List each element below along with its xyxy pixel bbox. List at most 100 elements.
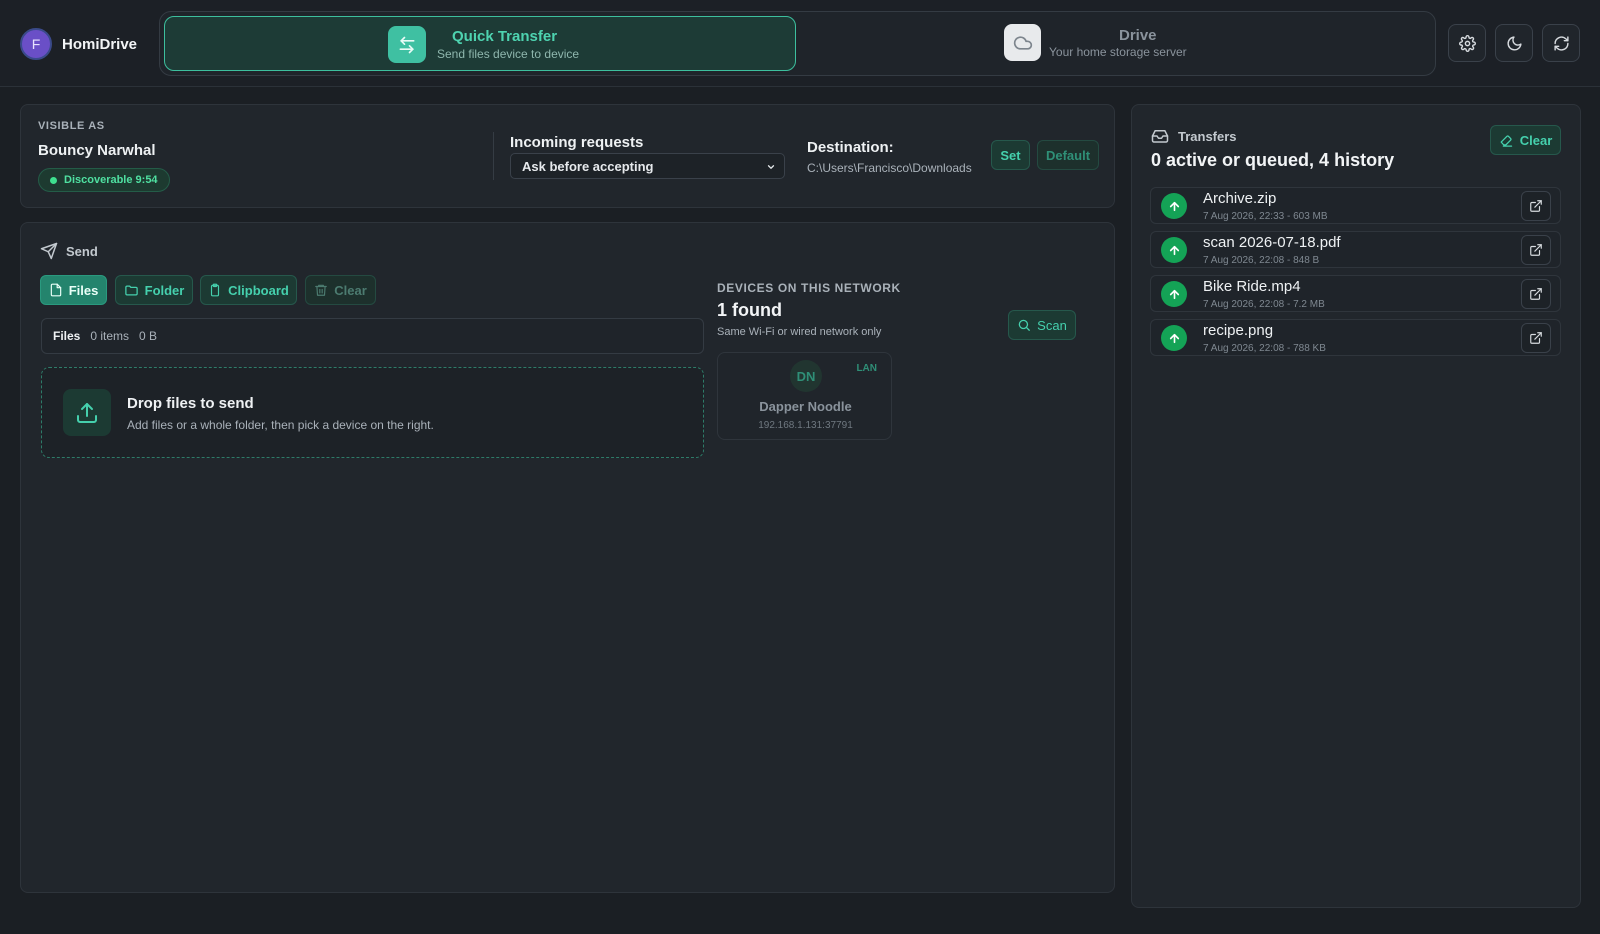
clear-button-label: Clear (334, 282, 367, 298)
upload-arrow-icon (1161, 281, 1187, 307)
files-count: 0 items (90, 329, 130, 343)
files-size: 0 B (139, 329, 158, 343)
files-summary-bar: Files 0 items 0 B (41, 318, 704, 354)
clipboard-button[interactable]: Clipboard (200, 275, 297, 305)
settings-button[interactable] (1448, 24, 1486, 62)
drive-title: Drive (1119, 27, 1157, 44)
transfers-summary: 0 active or queued, 4 history (1151, 150, 1395, 170)
refresh-icon (1553, 35, 1570, 52)
transfer-item: recipe.png 7 Aug 2026, 22:08 - 788 KB (1150, 319, 1561, 356)
user-avatar[interactable]: F (20, 28, 52, 60)
folder-button-label: Folder (144, 282, 185, 298)
transfer-file-name: Bike Ride.mp4 (1203, 278, 1301, 295)
transfer-file-name: Archive.zip (1203, 190, 1277, 207)
open-file-button[interactable] (1521, 279, 1551, 309)
identity-panel: VISIBLE AS Bouncy Narwhal Discoverable 9… (20, 104, 1115, 208)
transfer-meta: 7 Aug 2026, 22:08 - 788 KB (1203, 343, 1326, 354)
top-bar: F HomiDrive Quick Transfer Send files de… (0, 0, 1600, 87)
quick-transfer-tab[interactable]: Quick Transfer Send files device to devi… (164, 16, 796, 71)
eraser-icon (1499, 133, 1514, 148)
device-card[interactable]: DN LAN Dapper Noodle 192.168.1.131:37791 (717, 352, 892, 440)
device-card-address: 192.168.1.131:37791 (758, 420, 853, 431)
brand: F HomiDrive (20, 28, 137, 60)
send-panel: Send Files Folder Clipboard Clear Files … (20, 222, 1115, 893)
quick-transfer-subtitle: Send files device to device (437, 47, 580, 61)
add-folder-button[interactable]: Folder (115, 275, 193, 305)
external-link-icon (1529, 243, 1543, 257)
open-file-button[interactable] (1521, 191, 1551, 221)
external-link-icon (1529, 331, 1543, 345)
discoverable-text: Discoverable 9:54 (64, 174, 158, 186)
devices-section-label: DEVICES ON THIS NETWORK (717, 281, 901, 295)
upload-arrow-icon (1161, 193, 1187, 219)
drop-zone[interactable]: Drop files to send Add files or a whole … (41, 367, 704, 458)
trash-icon (314, 283, 328, 297)
drop-title: Drop files to send (127, 395, 254, 412)
status-dot (50, 176, 57, 184)
device-card-name: Dapper Noodle (759, 399, 852, 414)
upload-arrow-icon (1161, 325, 1187, 351)
refresh-button[interactable] (1542, 24, 1580, 62)
files-bar-label: Files (53, 329, 81, 343)
scan-button-label: Scan (1037, 317, 1067, 333)
files-button-label: Files (68, 282, 99, 298)
external-link-icon (1529, 287, 1543, 301)
transfer-item: Bike Ride.mp4 7 Aug 2026, 22:08 - 7.2 MB (1150, 275, 1561, 312)
clear-files-button[interactable]: Clear (305, 275, 376, 305)
drop-subtitle: Add files or a whole folder, then pick a… (127, 418, 434, 432)
add-files-button[interactable]: Files (40, 275, 107, 305)
chevron-down-icon (766, 162, 776, 172)
scan-button[interactable]: Scan (1008, 310, 1076, 340)
upload-icon (63, 389, 111, 436)
transfers-header: Transfers (1151, 127, 1237, 145)
paper-plane-icon (40, 242, 58, 260)
transfer-meta: 7 Aug 2026, 22:08 - 848 B (1203, 255, 1320, 266)
device-avatar: DN (790, 360, 822, 392)
destination-path: C:\Users\Francisco\Downloads (807, 161, 972, 175)
destination-label: Destination: (807, 139, 894, 156)
send-title: Send (66, 243, 98, 259)
transfer-meta: 7 Aug 2026, 22:33 - 603 MB (1203, 211, 1328, 222)
cloud-icon (1004, 24, 1041, 61)
search-icon (1017, 318, 1031, 332)
divider (493, 132, 494, 180)
send-header: Send (40, 242, 98, 260)
incoming-requests-select[interactable]: Ask before accepting (510, 153, 785, 179)
transfers-panel: Transfers Clear 0 active or queued, 4 hi… (1131, 104, 1581, 908)
device-connection-tag: LAN (856, 363, 877, 374)
clipboard-button-label: Clipboard (228, 282, 289, 298)
visible-as-label: VISIBLE AS (38, 120, 105, 132)
device-name: Bouncy Narwhal (38, 142, 156, 159)
open-file-button[interactable] (1521, 235, 1551, 265)
clear-history-label: Clear (1519, 132, 1553, 148)
transfer-item: scan 2026-07-18.pdf 7 Aug 2026, 22:08 - … (1150, 231, 1561, 268)
file-icon (49, 283, 63, 297)
drive-subtitle: Your home storage server (1049, 45, 1187, 59)
folder-icon (124, 283, 139, 298)
transfer-file-name: scan 2026-07-18.pdf (1203, 234, 1341, 251)
discoverable-badge: Discoverable 9:54 (38, 168, 170, 192)
transfer-item: Archive.zip 7 Aug 2026, 22:33 - 603 MB (1150, 187, 1561, 224)
transfer-file-name: recipe.png (1203, 322, 1274, 339)
transfers-title: Transfers (1178, 128, 1237, 144)
upload-arrow-icon (1161, 237, 1187, 263)
clipboard-icon (208, 283, 222, 297)
default-destination-button[interactable]: Default (1037, 140, 1099, 170)
incoming-requests-value: Ask before accepting (522, 158, 654, 174)
open-file-button[interactable] (1521, 323, 1551, 353)
devices-note: Same Wi-Fi or wired network only (717, 326, 882, 338)
transfer-arrows-icon (388, 26, 426, 63)
moon-icon (1506, 35, 1523, 52)
set-destination-button[interactable]: Set (991, 140, 1030, 170)
theme-toggle-button[interactable] (1495, 24, 1533, 62)
clear-history-button[interactable]: Clear (1490, 125, 1561, 155)
gear-icon (1458, 34, 1476, 52)
transfer-meta: 7 Aug 2026, 22:08 - 7.2 MB (1203, 299, 1325, 310)
app-name: HomiDrive (62, 35, 138, 53)
external-link-icon (1529, 199, 1543, 213)
incoming-requests-label: Incoming requests (510, 134, 644, 151)
devices-count: 1 found (717, 300, 782, 320)
inbox-icon (1151, 127, 1169, 145)
mode-switcher: Quick Transfer Send files device to devi… (159, 11, 1436, 76)
quick-transfer-title: Quick Transfer (452, 28, 558, 45)
